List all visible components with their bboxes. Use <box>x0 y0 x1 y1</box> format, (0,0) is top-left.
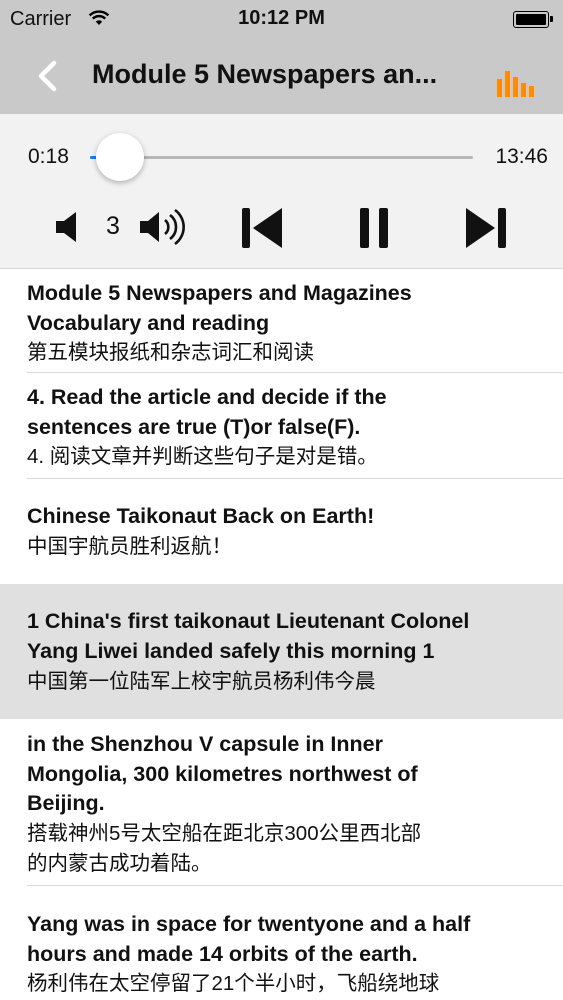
sentence-english: 4. Read the article and decide if the se… <box>27 385 387 439</box>
audio-player: 0:18 13:46 3 <box>0 114 563 269</box>
progress-slider[interactable] <box>90 156 473 159</box>
volume-level: 3 <box>106 212 120 240</box>
progress-thumb[interactable] <box>96 133 144 181</box>
sentence-chinese: 第五模块报纸和杂志词汇和阅读 <box>27 341 314 364</box>
navigation-bar: Module 5 Newspapers an... <box>0 38 563 114</box>
sentence-english: Module 5 Newspapers and Magazines Vocabu… <box>27 281 412 335</box>
sentence-english: Chinese Taikonaut Back on Earth! <box>27 504 375 528</box>
list-item[interactable]: Yang was in space for twentyone and a ha… <box>0 886 563 1000</box>
sentence-list[interactable]: Module 5 Newspapers and Magazines Vocabu… <box>0 268 563 1000</box>
list-item-active[interactable]: 1 China's first taikonaut Lieutenant Col… <box>0 584 563 719</box>
sentence-chinese: 搭载神州5号太空船在距北京300公里西北部 的内蒙古成功着陆。 <box>27 822 422 875</box>
back-chevron-icon[interactable] <box>34 60 62 92</box>
status-bar: Carrier 10:12 PM <box>0 0 563 38</box>
top-bar: Carrier 10:12 PM Module 5 Newspapers an.… <box>0 0 563 114</box>
page-title: Module 5 Newspapers an... <box>92 59 438 89</box>
list-item[interactable]: in the Shenzhou V capsule in Inner Mongo… <box>0 719 563 886</box>
previous-track-icon[interactable] <box>240 206 284 250</box>
pause-icon[interactable] <box>358 206 390 250</box>
battery-icon <box>513 11 553 28</box>
sentence-english: Yang was in space for twentyone and a ha… <box>27 912 471 966</box>
list-item[interactable]: Module 5 Newspapers and Magazines Vocabu… <box>0 268 563 373</box>
sentence-chinese: 4. 阅读文章并判断这些句子是对是错。 <box>27 445 378 468</box>
list-item[interactable]: 4. Read the article and decide if the se… <box>0 373 563 479</box>
equalizer-icon[interactable] <box>497 69 537 97</box>
current-time: 0:18 <box>28 145 69 168</box>
sentence-english: 1 China's first taikonaut Lieutenant Col… <box>27 609 470 663</box>
volume-down-icon[interactable] <box>54 210 82 244</box>
duration-time: 13:46 <box>495 145 548 168</box>
next-track-icon[interactable] <box>464 206 508 250</box>
sentence-chinese: 中国第一位陆军上校宇航员杨利伟今晨 <box>27 670 376 693</box>
volume-up-icon[interactable] <box>138 206 190 248</box>
sentence-chinese: 中国宇航员胜利返航！ <box>27 535 232 558</box>
sentence-english: in the Shenzhou V capsule in Inner Mongo… <box>27 732 418 815</box>
sentence-chinese: 杨利伟在太空停留了21个半小时，飞船绕地球 <box>27 972 440 995</box>
list-item[interactable]: Chinese Taikonaut Back on Earth! 中国宇航员胜利… <box>0 479 563 584</box>
status-time: 10:12 PM <box>238 7 325 29</box>
